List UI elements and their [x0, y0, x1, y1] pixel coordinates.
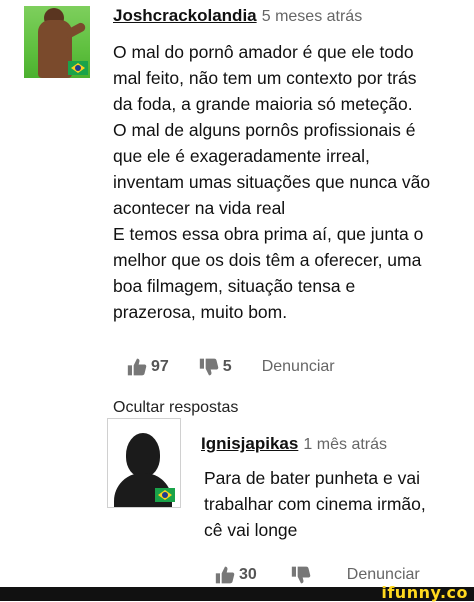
thumbs-up-icon [215, 566, 235, 584]
comment-line: O mal do pornô amador é que ele todo [113, 42, 414, 62]
brazil-flag-icon [155, 488, 175, 502]
comment-actions: 97 5 Denunciar [127, 357, 335, 377]
dislike-button[interactable]: 5 [199, 357, 232, 377]
report-button[interactable]: Denunciar [347, 566, 420, 584]
like-button[interactable]: 30 [215, 565, 257, 585]
reply-line: cê vai longe [204, 520, 298, 540]
timestamp: 1 mês atrás [303, 436, 388, 453]
thumbs-up-icon [127, 358, 147, 376]
dislike-button[interactable] [291, 565, 311, 585]
username-link[interactable]: Ignisjapikas [201, 434, 298, 453]
comment-line: O mal de alguns pornôs profissionais é [113, 120, 416, 140]
ifunny-logo: ifunny.co [381, 583, 468, 602]
dislike-count: 5 [222, 358, 232, 375]
username-link[interactable]: Joshcrackolandia [113, 6, 257, 25]
thumbs-down-icon [199, 358, 219, 376]
avatar[interactable] [24, 6, 90, 78]
reply-body: Para de bater punheta e vai trabalhar co… [204, 465, 469, 543]
report-button[interactable]: Denunciar [262, 358, 335, 376]
like-count: 30 [239, 566, 257, 583]
like-button[interactable]: 97 [127, 357, 169, 377]
comment-line: da foda, a grande maioria só meteção. [113, 94, 413, 114]
like-count: 97 [151, 358, 169, 375]
reply-line: trabalhar com cinema irmão, [204, 494, 426, 514]
comment-line: prazerosa, muito bom. [113, 302, 288, 322]
reply-actions: 30 Denunciar [215, 565, 420, 585]
comment-header: Joshcrackolandia 5 meses atrás [113, 6, 362, 26]
reply-header: Ignisjapikas 1 mês atrás [201, 434, 387, 454]
comment-line: mal feito, não tem um contexto por trás [113, 68, 417, 88]
comment-line: inventam umas situações que nunca vão [113, 172, 431, 192]
brazil-flag-icon [68, 61, 88, 75]
comment-line: acontecer na vida real [113, 198, 286, 218]
comment-line: E temos essa obra prima aí, que junta o [113, 224, 424, 244]
reply-line: Para de bater punheta e vai [204, 468, 420, 488]
comment-line: boa filmagem, situação tensa e [113, 276, 356, 296]
timestamp: 5 meses atrás [261, 8, 363, 25]
avatar[interactable] [107, 418, 181, 508]
avatar-silhouette-head [126, 433, 160, 477]
hide-replies-button[interactable]: Ocultar respostas [113, 399, 238, 417]
comment-line: que ele é exageradamente irreal, [113, 146, 370, 166]
comment-line: melhor que os dois têm a oferecer, uma [113, 250, 422, 270]
thumbs-down-icon [291, 566, 311, 584]
comment-body: O mal do pornô amador é que ele todo mal… [113, 39, 473, 325]
